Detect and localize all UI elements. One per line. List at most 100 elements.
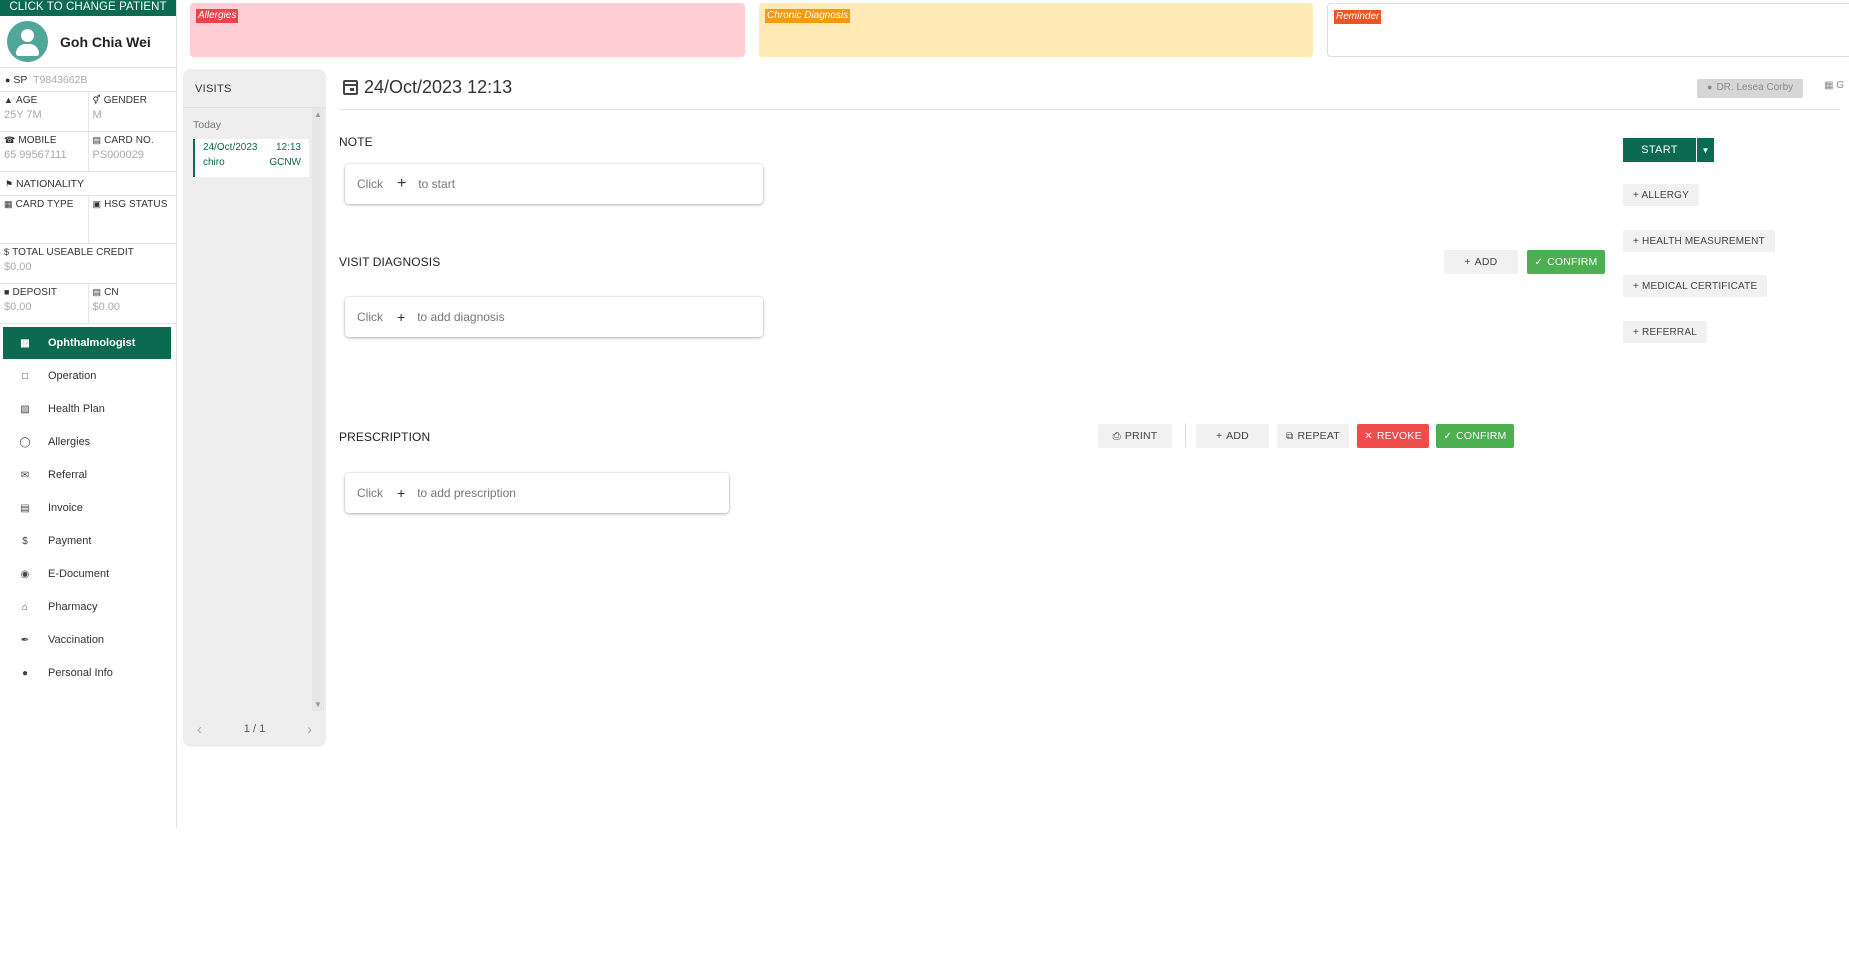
visit-time: 12:13 bbox=[275, 142, 301, 153]
confirm-label: CONFIRM bbox=[1456, 430, 1507, 442]
menu-item-label: Vaccination bbox=[48, 634, 105, 646]
note-input[interactable]: Click + to start bbox=[345, 164, 763, 204]
menu-item-invoice[interactable]: ▤ Invoice bbox=[3, 492, 171, 524]
clinic-chip[interactable]: ▦ G bbox=[1824, 80, 1844, 91]
diagnosis-hint: to add diagnosis bbox=[417, 310, 505, 324]
referral-icon: ✉ bbox=[20, 469, 30, 481]
menu-item-label: Operation bbox=[48, 370, 97, 382]
menu-item-payment[interactable]: $ Payment bbox=[3, 525, 171, 557]
visits-pager: ‹ 1 / 1 › bbox=[183, 711, 326, 747]
prescription-click-text: Click bbox=[357, 486, 383, 500]
visit-card[interactable]: 24/Oct/2023 12:13 chiro GCNW bbox=[193, 139, 309, 177]
add-prescription-button[interactable]: + ADD bbox=[1196, 424, 1269, 448]
age-gender-row: ▲ AGE 25Y 7M ⚥ GENDER M bbox=[0, 92, 176, 132]
cn-value: $0.00 bbox=[92, 301, 121, 313]
hsg-status-cell: ▣ HSG STATUS bbox=[87, 196, 177, 243]
toolbar-divider bbox=[1185, 423, 1186, 447]
wallet-icon: ■ bbox=[4, 287, 10, 297]
mobile-value: 65 99567111 bbox=[4, 149, 67, 161]
gender-label: GENDER bbox=[103, 95, 148, 106]
calendar-icon bbox=[343, 80, 358, 95]
reminder-tag: Reminder bbox=[1334, 10, 1382, 24]
pharmacy-icon: ⌂ bbox=[21, 601, 29, 613]
menu-item-label: Payment bbox=[48, 535, 92, 547]
add-allergy-button[interactable]: + ALLERGY bbox=[1623, 184, 1699, 206]
revoke-label: REVOKE bbox=[1376, 430, 1422, 442]
confirm-prescription-button[interactable]: ✓ CONFIRM bbox=[1436, 424, 1514, 448]
card-type-label: CARD TYPE bbox=[15, 199, 74, 210]
prev-page-icon[interactable]: ‹ bbox=[197, 721, 202, 738]
next-page-icon[interactable]: › bbox=[307, 721, 312, 738]
credit-note-icon: ▤ bbox=[92, 287, 102, 297]
scroll-up-icon[interactable]: ▲ bbox=[314, 110, 322, 119]
repeat-button[interactable]: ⧉ REPEAT bbox=[1277, 424, 1349, 448]
phone-icon: ☎ bbox=[4, 135, 16, 145]
visit-datetime-text: 24/Oct/2023 12:13 bbox=[364, 77, 513, 97]
patient-panel: CLICK TO CHANGE PATIENT Goh Chia Wei ● S… bbox=[0, 0, 177, 828]
id-card-icon: ▦ bbox=[4, 199, 13, 209]
menu-item-health-plan[interactable]: ▧ Health Plan bbox=[3, 393, 171, 425]
gender-value: M bbox=[92, 109, 102, 121]
age-cell: ▲ AGE 25Y 7M bbox=[0, 92, 88, 131]
print-button[interactable]: ⎙ PRINT bbox=[1098, 424, 1172, 448]
reminder-alert-box[interactable]: Reminder bbox=[1327, 3, 1849, 57]
revoke-button[interactable]: ✕ REVOKE bbox=[1357, 424, 1429, 448]
diagnosis-click-text: Click bbox=[357, 310, 383, 324]
copy-icon: ⧉ bbox=[1286, 430, 1294, 442]
clipboard-icon: ▧ bbox=[20, 403, 30, 415]
plus-icon: + bbox=[1464, 256, 1471, 268]
visit-date: 24/Oct/2023 bbox=[203, 142, 258, 153]
menu-item-ophthalmologist[interactable]: ▦ Ophthalmologist bbox=[3, 327, 171, 359]
add-medical-certificate-button[interactable]: + MEDICAL CERTIFICATE bbox=[1623, 275, 1768, 297]
menu-item-operation[interactable]: □ Operation bbox=[3, 360, 171, 392]
visit-datetime: 24/Oct/2023 12:13 bbox=[343, 77, 512, 98]
diagnosis-input[interactable]: Click + to add diagnosis bbox=[345, 297, 763, 337]
chronic-diagnosis-alert-box[interactable]: Chronic Diagnosis bbox=[759, 3, 1313, 57]
add-referral-button[interactable]: + REFERRAL bbox=[1623, 321, 1707, 343]
start-dropdown-button[interactable]: ▼ bbox=[1697, 138, 1714, 162]
caret-down-icon: ▼ bbox=[1701, 145, 1710, 155]
visits-scrollbar[interactable]: ▲ ▼ bbox=[312, 108, 324, 711]
scroll-down-icon[interactable]: ▼ bbox=[314, 700, 322, 709]
doctor-chip[interactable]: ● DR. Lesea Corby bbox=[1697, 79, 1804, 98]
add-health-measurement-button[interactable]: + HEALTH MEASUREMENT bbox=[1623, 230, 1775, 252]
deposit-value: $0.00 bbox=[4, 301, 32, 313]
menu-item-label: Referral bbox=[48, 469, 88, 481]
add-diagnosis-button[interactable]: + ADD bbox=[1444, 250, 1518, 274]
menu-item-label: Pharmacy bbox=[48, 601, 98, 613]
allergies-alert-box[interactable]: Allergies bbox=[190, 3, 745, 57]
page-indicator: 1 / 1 bbox=[243, 723, 266, 735]
start-button[interactable]: START bbox=[1623, 138, 1696, 162]
menu-item-personal-info[interactable]: ● Personal Info bbox=[3, 657, 171, 689]
person-icon: ● bbox=[1707, 82, 1713, 92]
credit-value: $0.00 bbox=[4, 261, 32, 273]
menu-item-e-document[interactable]: ◉ E-Document bbox=[3, 558, 171, 590]
plus-icon: + bbox=[397, 175, 407, 192]
card-no-label: CARD NO. bbox=[104, 135, 154, 146]
patient-name: Goh Chia Wei bbox=[60, 33, 151, 50]
check-icon: ✓ bbox=[1443, 430, 1453, 442]
menu-item-vaccination[interactable]: ✒ Vaccination bbox=[3, 624, 171, 656]
plus-icon: + bbox=[1216, 430, 1223, 442]
menu-item-pharmacy[interactable]: ⌂ Pharmacy bbox=[3, 591, 171, 623]
check-icon: ✓ bbox=[1534, 256, 1544, 268]
alert-circle-icon: ◯ bbox=[19, 436, 31, 448]
doctor-name: DR. Lesea Corby bbox=[1716, 82, 1794, 93]
cn-label: CN bbox=[104, 287, 119, 298]
change-patient-button[interactable]: CLICK TO CHANGE PATIENT bbox=[0, 0, 176, 16]
clinic-name: G bbox=[1836, 80, 1845, 91]
prescription-input[interactable]: Click + to add prescription bbox=[345, 473, 729, 513]
confirm-label: CONFIRM bbox=[1547, 256, 1598, 268]
database-icon: ▣ bbox=[92, 199, 102, 209]
chronic-diagnosis-tag: Chronic Diagnosis bbox=[765, 9, 851, 23]
allergies-tag: Allergies bbox=[196, 9, 239, 23]
confirm-diagnosis-button[interactable]: ✓ CONFIRM bbox=[1527, 250, 1605, 274]
hsg-status-label: HSG STATUS bbox=[104, 199, 168, 210]
plus-square-outline-icon: □ bbox=[21, 370, 29, 382]
menu-item-allergies[interactable]: ◯ Allergies bbox=[3, 426, 171, 458]
prescription-title: PRESCRIPTION bbox=[339, 430, 431, 444]
menu-item-referral[interactable]: ✉ Referral bbox=[3, 459, 171, 491]
note-hint: to start bbox=[418, 177, 456, 191]
side-menu: ▦ Ophthalmologist □ Operation ▧ Health P… bbox=[0, 327, 176, 689]
note-click-text: Click bbox=[357, 177, 383, 191]
